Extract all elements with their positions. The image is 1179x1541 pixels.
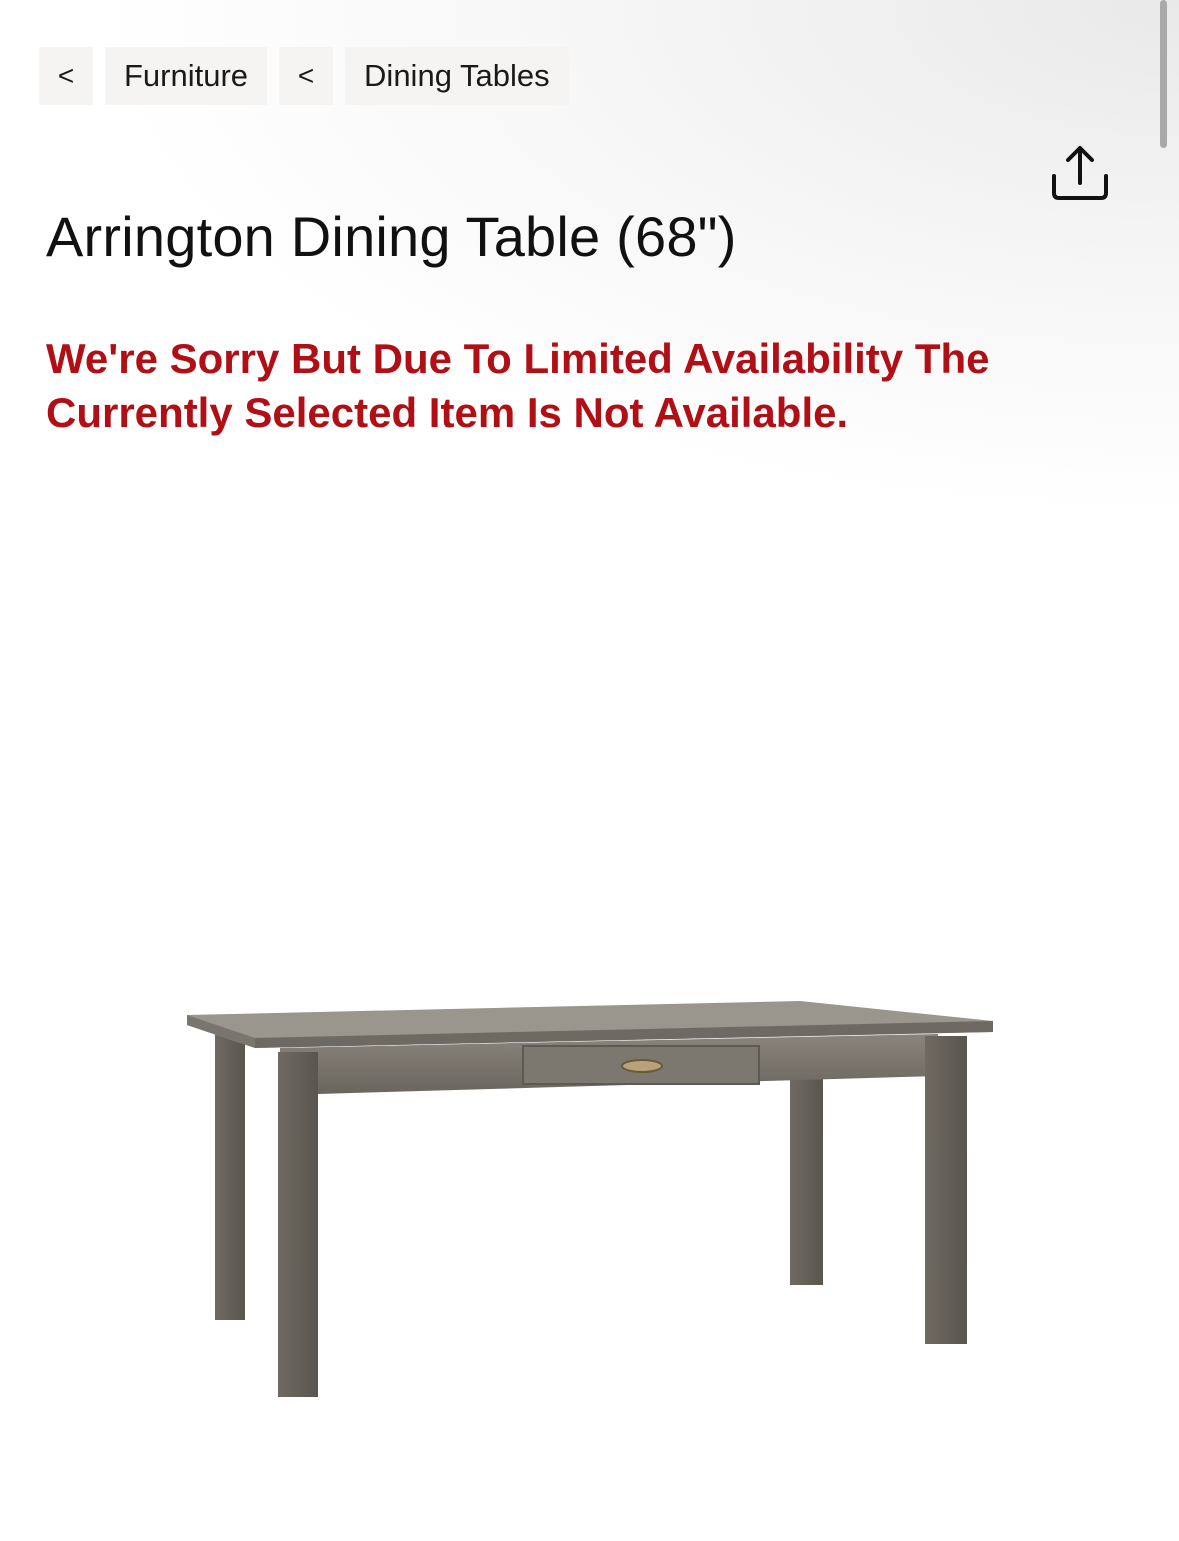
availability-notice: We're Sorry But Due To Limited Availabil… [46,335,990,436]
breadcrumb-label: Dining Tables [364,58,550,93]
share-icon [1052,146,1108,200]
product-image[interactable] [180,990,1000,1410]
chevron-left-icon: < [57,60,75,91]
breadcrumb: < Furniture < Dining Tables [39,47,569,105]
chevron-left-icon: < [297,60,315,91]
scrollbar[interactable] [1160,0,1167,148]
breadcrumb-back-dining-tables[interactable]: < [279,47,334,105]
breadcrumb-link-dining-tables[interactable]: Dining Tables [345,47,569,105]
breadcrumb-back-furniture[interactable]: < [39,47,93,105]
dining-table-image [187,1001,993,1397]
share-button[interactable] [1048,143,1112,203]
breadcrumb-label: Furniture [124,58,249,93]
breadcrumb-link-furniture[interactable]: Furniture [105,47,268,105]
product-title: Arrington Dining Table (68") [46,205,737,268]
